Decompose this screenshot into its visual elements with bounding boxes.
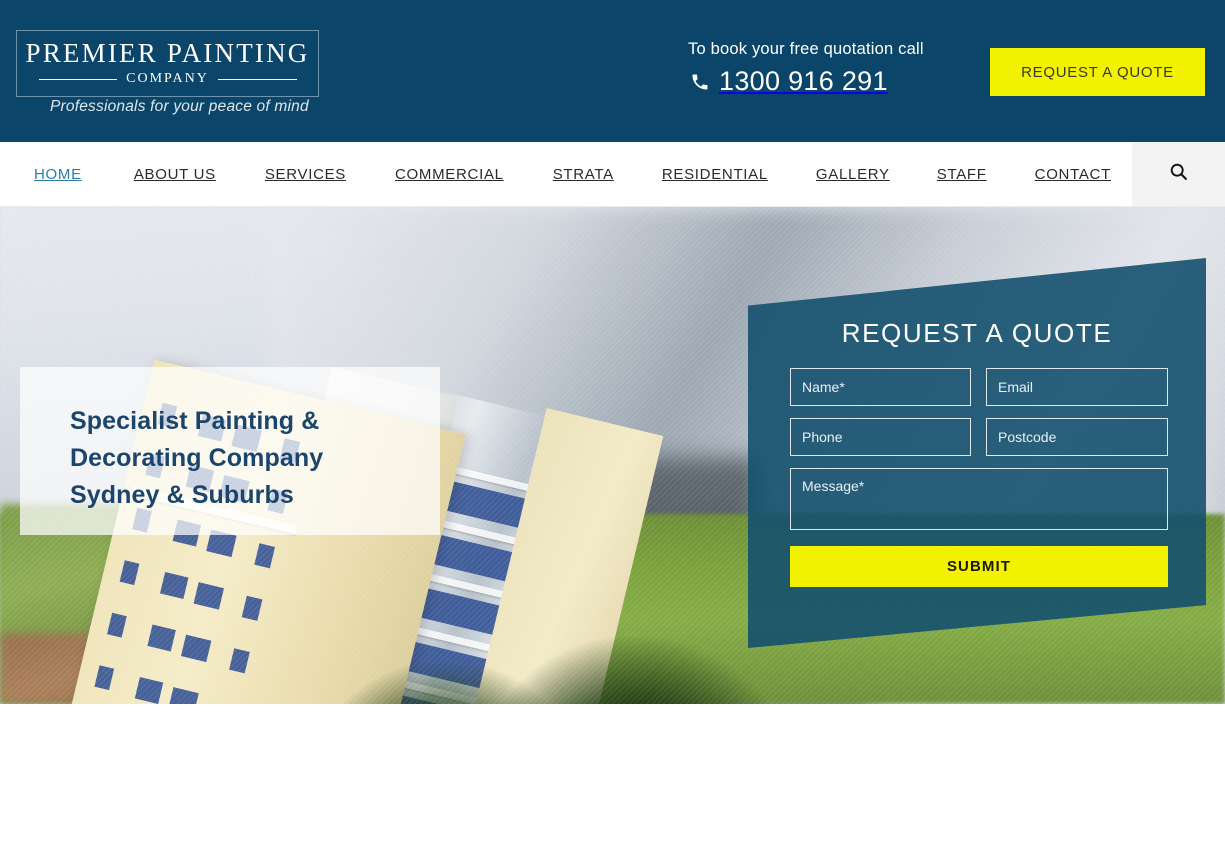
nav-item-commercial[interactable]: COMMERCIAL	[395, 166, 504, 183]
postcode-input[interactable]	[986, 418, 1168, 456]
quote-form-title: REQUEST A QUOTE	[841, 318, 1113, 348]
search-icon	[1168, 161, 1189, 187]
logo-sub-row: COMPANY	[38, 71, 297, 87]
logo-tagline: Professionals for your peace of mind	[50, 98, 309, 115]
name-input[interactable]	[790, 368, 971, 406]
site-logo[interactable]: PREMIER PAINTING COMPANY	[16, 30, 319, 97]
logo-rule-right	[217, 78, 297, 80]
hero-headline-line-2: Decorating Company	[70, 444, 324, 472]
email-input[interactable]	[986, 368, 1168, 406]
nav-item-home[interactable]: HOME	[34, 166, 82, 183]
logo-sub-text: COMPANY	[126, 71, 209, 86]
phone-input[interactable]	[790, 418, 971, 456]
nav-item-strata[interactable]: STRATA	[553, 166, 614, 183]
main-navigation: HOME ABOUT US SERVICES COMMERCIAL STRATA…	[0, 142, 1225, 207]
hero-headline-line-1: Specialist Painting &	[70, 407, 320, 435]
nav-items: HOME ABOUT US SERVICES COMMERCIAL STRATA…	[0, 166, 1111, 183]
logo-rule-left	[38, 78, 118, 80]
nav-item-staff[interactable]: STAFF	[937, 166, 987, 183]
nav-item-services[interactable]: SERVICES	[265, 166, 346, 183]
nav-item-residential[interactable]: RESIDENTIAL	[662, 166, 768, 183]
phone-icon	[690, 72, 710, 92]
hero-headline: Specialist Painting & Decorating Company…	[70, 403, 440, 514]
accreditation-badges-strip: 2014/15 STRATA SERVICES SPECIALIST COMPA…	[0, 704, 1225, 866]
search-button[interactable]	[1132, 142, 1225, 206]
logo-main-text: PREMIER PAINTING	[25, 38, 310, 68]
nav-item-gallery[interactable]: GALLERY	[816, 166, 890, 183]
hero-headline-line-3: Sydney & Suburbs	[70, 481, 294, 509]
quotation-call-text: To book your free quotation call	[688, 40, 924, 58]
hero-caption-panel: Specialist Painting & Decorating Company…	[20, 367, 440, 535]
request-quote-button[interactable]: REQUEST A QUOTE	[990, 48, 1205, 96]
request-quote-form-panel: REQUEST A QUOTE SUBMIT	[748, 258, 1206, 648]
phone-link[interactable]: 1300 916 291	[690, 66, 888, 97]
message-textarea[interactable]	[790, 468, 1168, 530]
submit-button[interactable]: SUBMIT	[790, 546, 1168, 587]
page-root: PREMIER PAINTING COMPANY Professionals f…	[0, 0, 1225, 866]
phone-number: 1300 916 291	[719, 66, 888, 96]
nav-item-about-us[interactable]: ABOUT US	[134, 166, 216, 183]
request-quote-form: REQUEST A QUOTE SUBMIT	[748, 258, 1206, 648]
nav-item-contact[interactable]: CONTACT	[1035, 166, 1111, 183]
site-header: PREMIER PAINTING COMPANY Professionals f…	[0, 0, 1225, 142]
